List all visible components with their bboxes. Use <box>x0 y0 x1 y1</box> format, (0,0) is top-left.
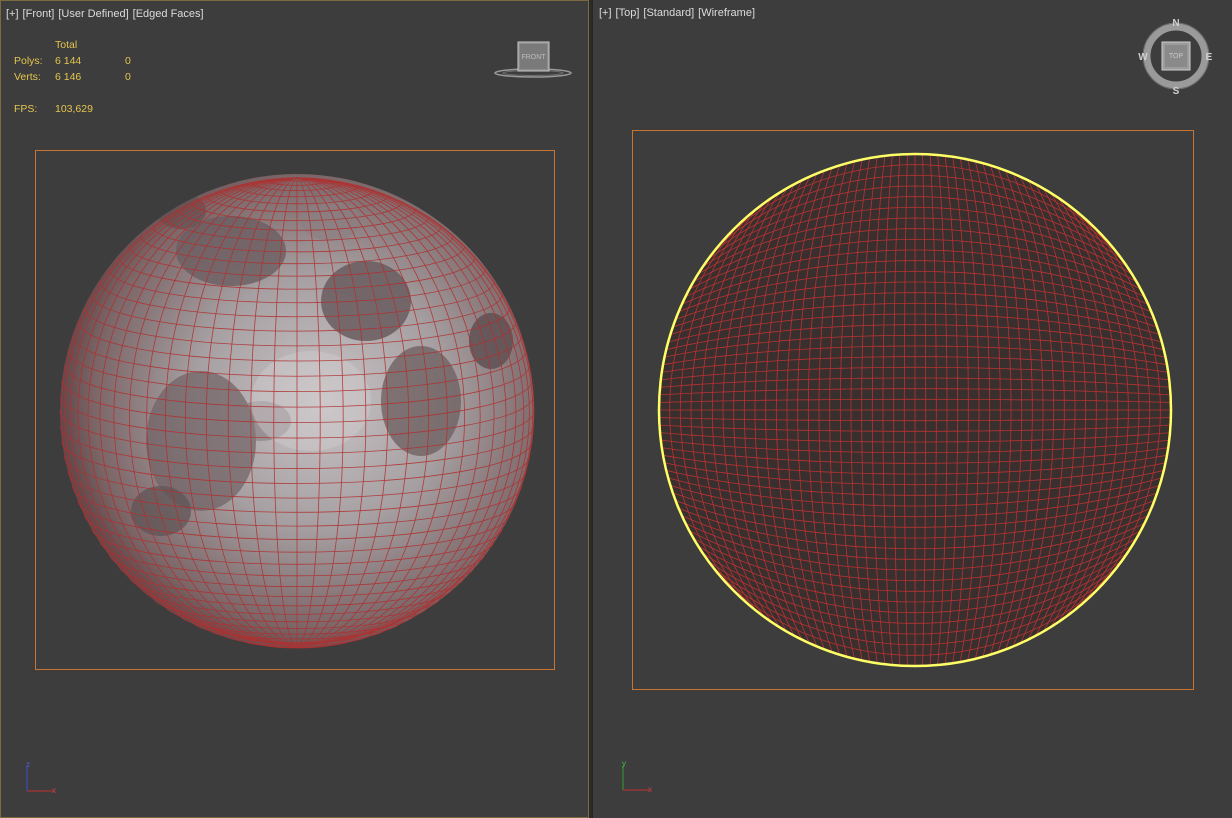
sphere-top-wireframe[interactable] <box>593 0 1232 818</box>
moon-sphere-front[interactable] <box>1 1 589 818</box>
front-viewport[interactable]: [+] [Front] [User Defined] [Edged Faces]… <box>0 0 589 818</box>
top-viewport[interactable]: [+] [Top] [Standard] [Wireframe] TOP N S… <box>592 0 1232 818</box>
